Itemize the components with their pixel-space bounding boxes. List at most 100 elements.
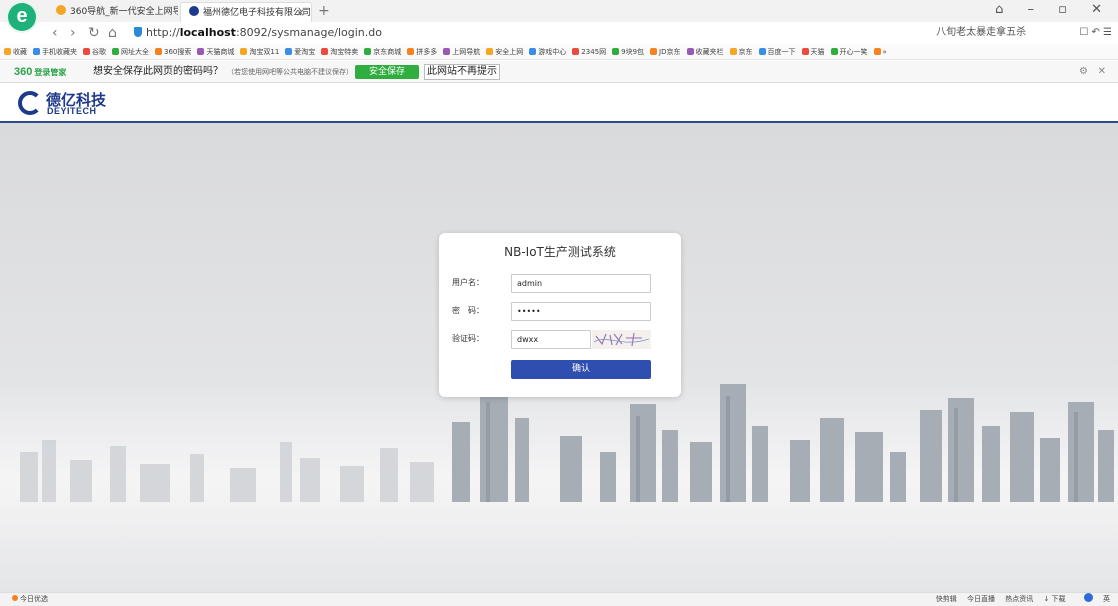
bookmark-item[interactable]: 拼多多 <box>407 44 438 59</box>
bookmark-favicon-icon <box>285 48 293 55</box>
tab-close-icon[interactable]: × <box>296 3 305 22</box>
bookmark-favicon-icon <box>612 48 620 55</box>
bookmark-favicon-icon <box>33 48 40 55</box>
security-shield-icon <box>134 27 142 37</box>
confirm-login-button[interactable]: 确认 <box>511 360 651 379</box>
never-prompt-button[interactable]: 此网站不再提示 <box>424 64 500 80</box>
captcha-field[interactable] <box>511 330 591 349</box>
bookmark-item[interactable]: JD京东 <box>650 44 681 59</box>
login-card: NB-IoT生产测试系统 用户名： 密 码： ••••• 验证码： 确认 <box>439 233 681 397</box>
bookmark-item[interactable]: 爱淘宝 <box>285 44 316 59</box>
bookmark-label: 安全上网 <box>495 48 524 56</box>
logo-english: DEYITECH <box>47 106 97 116</box>
quick-edit-link[interactable]: 快剪辑 <box>936 595 957 603</box>
bookmark-item[interactable]: 9块9包 <box>612 44 645 59</box>
address-right-tools: 八旬老太暴走拿五杀 ☐ ↶ ☰ <box>926 24 1112 42</box>
download-link[interactable]: ↓ 下载 <box>1043 595 1065 603</box>
bookmark-label: 拼多多 <box>416 48 438 56</box>
bookmark-item[interactable]: 游戏中心 <box>529 44 567 59</box>
reload-icon[interactable]: ↻ <box>88 24 100 42</box>
bookmark-item[interactable]: 安全上网 <box>486 44 524 59</box>
bookmark-favicon-icon <box>686 48 694 55</box>
bookmark-item[interactable]: 京东 <box>729 44 753 59</box>
password-save-prompt: 360 登录管家 想安全保存此网页的密码吗？ （若您使用网吧等公共电脑不建议保存）… <box>0 61 1118 83</box>
forward-icon[interactable]: › <box>70 24 76 42</box>
bookmark-label: 9块9包 <box>621 48 645 56</box>
gear-icon[interactable]: ⚙ <box>1079 61 1088 83</box>
bookmark-label: 天猫 <box>810 48 825 56</box>
tab-label: 360导航_新一代安全上网导航 <box>70 7 178 17</box>
url-path: :8092/sysmanage/login.do <box>235 26 382 39</box>
bookmark-item[interactable]: » <box>873 44 887 59</box>
site-header: 德亿科技 DEYITECH <box>0 83 1118 123</box>
prompt-question: 想安全保存此网页的密码吗？ <box>93 66 223 77</box>
url-field[interactable]: http://localhost:8092/sysmanage/login.do <box>134 25 382 41</box>
bookmark-label: JD京东 <box>659 48 681 56</box>
login-title: NB-IoT生产测试系统 <box>504 245 616 259</box>
bookmark-label: 爱淘宝 <box>294 48 316 56</box>
bookmark-label: 手机收藏夹 <box>42 48 77 56</box>
live-today-link[interactable]: 今日直播 <box>967 595 995 603</box>
bookmark-item[interactable]: 谷歌 <box>83 44 106 59</box>
daily-picks-label: 今日优选 <box>20 595 48 603</box>
hot-news-link[interactable]: 热点资讯 <box>1005 595 1033 603</box>
tab-favicon-icon <box>189 6 199 16</box>
toolbar-icons[interactable]: ☐ ↶ ☰ <box>1079 27 1112 38</box>
bookmark-label: 网址大全 <box>121 48 149 56</box>
new-tab-button[interactable]: + <box>318 2 330 20</box>
bookmark-item[interactable]: 天猫 <box>801 44 825 59</box>
bookmark-favicon-icon <box>758 48 766 55</box>
brand-sub: 登录管家 <box>34 68 67 77</box>
bookmark-favicon-icon <box>830 48 838 55</box>
browser-logo-icon[interactable]: e <box>8 3 36 31</box>
city-skyline-image <box>20 384 1114 502</box>
bookmark-favicon-icon <box>729 48 737 55</box>
home-icon[interactable]: ⌂ <box>108 24 117 42</box>
window-controls[interactable]: ⌂ – ▫ ✕ <box>995 2 1112 17</box>
bookmark-favicon-icon <box>486 48 494 55</box>
bookmark-item[interactable]: 淘宝双11 <box>240 44 279 59</box>
prompt-note: （若您使用网吧等公共电脑不建议保存） <box>227 68 353 76</box>
bookmark-item[interactable]: 开心一笑 <box>830 44 868 59</box>
logo-ring-icon <box>18 91 42 115</box>
bookmark-label: 游戏中心 <box>538 48 567 56</box>
bookmark-item[interactable]: 2345网 <box>572 44 606 59</box>
bookmark-label: 百度一下 <box>767 48 796 56</box>
captcha-image[interactable] <box>592 330 651 349</box>
bookmark-item[interactable]: 上网导航 <box>443 44 480 59</box>
bookmark-favicon-icon <box>112 48 119 55</box>
search-suggestion[interactable]: 八旬老太暴走拿五杀 <box>936 27 1026 38</box>
daily-picks-link[interactable]: 今日优选 <box>12 593 48 606</box>
bookmark-favicon-icon <box>4 48 11 55</box>
bookmark-label: 开心一笑 <box>839 48 868 56</box>
tab-deyitech-active[interactable]: 福州德亿电子科技有限公司 × <box>180 2 312 22</box>
bookmark-favicon-icon <box>155 48 162 55</box>
reflective-floor <box>0 502 1118 592</box>
username-label: 用户名： <box>452 278 484 287</box>
password-label: 密 码： <box>452 306 484 315</box>
ime-indicator[interactable]: 英 <box>1076 593 1110 603</box>
bookmark-item[interactable]: 京东商城 <box>364 44 401 59</box>
ime-label: 英 <box>1103 595 1110 603</box>
bookmark-item[interactable]: 天猫商城 <box>197 44 234 59</box>
bookmark-label: 收藏 <box>13 48 27 56</box>
save-password-button[interactable]: 安全保存 <box>355 65 419 79</box>
back-icon[interactable]: ‹ <box>52 24 58 42</box>
bookmark-item[interactable]: 手机收藏夹 <box>33 44 77 59</box>
bookmark-item[interactable]: 收藏夹栏 <box>686 44 724 59</box>
status-right-group: 快剪辑 今日直播 热点资讯 ↓ 下载 英 <box>928 593 1110 606</box>
username-field[interactable] <box>511 274 651 293</box>
bookmark-favicon-icon <box>197 48 205 55</box>
bookmark-label: 收藏夹栏 <box>695 48 724 56</box>
close-icon[interactable]: ✕ <box>1098 61 1106 83</box>
bookmark-item[interactable]: 网址大全 <box>112 44 149 59</box>
captcha-label: 验证码： <box>452 334 484 343</box>
password-field[interactable]: ••••• <box>511 302 651 321</box>
bookmark-label: 360搜索 <box>164 48 192 56</box>
bookmark-item[interactable]: 淘宝特卖 <box>321 44 358 59</box>
bookmark-item[interactable]: 百度一下 <box>758 44 796 59</box>
bookmark-item[interactable]: 收藏 <box>4 44 27 59</box>
bookmark-favicon-icon <box>801 48 809 55</box>
tab-360-navigation[interactable]: 360导航_新一代安全上网导航 <box>48 2 178 22</box>
bookmark-item[interactable]: 360搜索 <box>155 44 192 59</box>
